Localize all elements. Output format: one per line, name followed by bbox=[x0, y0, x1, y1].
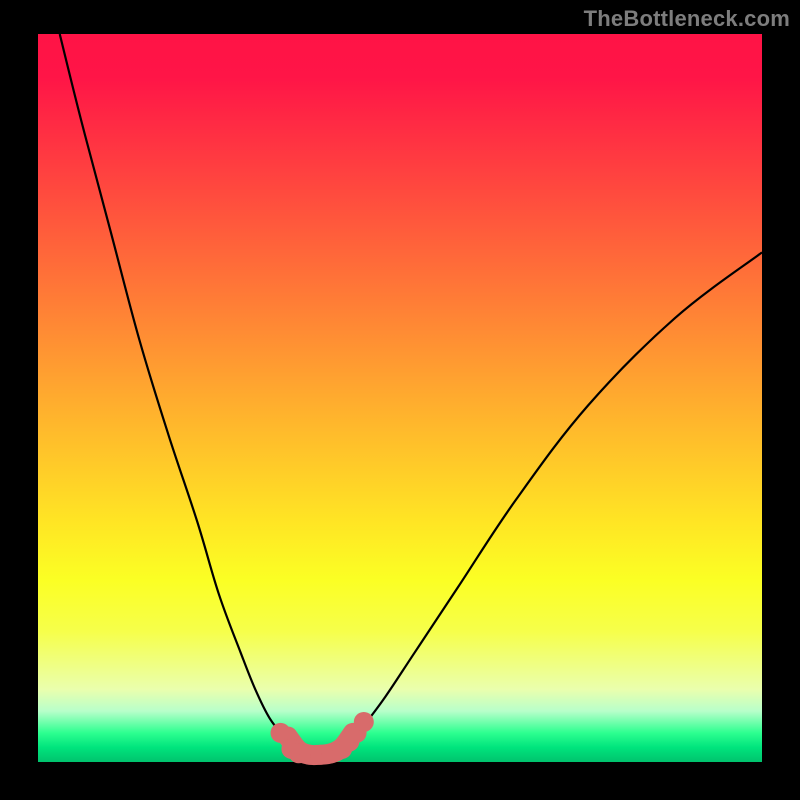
marker-point bbox=[354, 712, 374, 732]
right-curve bbox=[335, 252, 762, 754]
chart-svg bbox=[38, 34, 762, 762]
watermark-text: TheBottleneck.com bbox=[584, 6, 790, 32]
chart-frame: TheBottleneck.com bbox=[0, 0, 800, 800]
marker-group bbox=[271, 712, 374, 765]
left-curve bbox=[60, 34, 306, 755]
chart-plot-area bbox=[38, 34, 762, 762]
